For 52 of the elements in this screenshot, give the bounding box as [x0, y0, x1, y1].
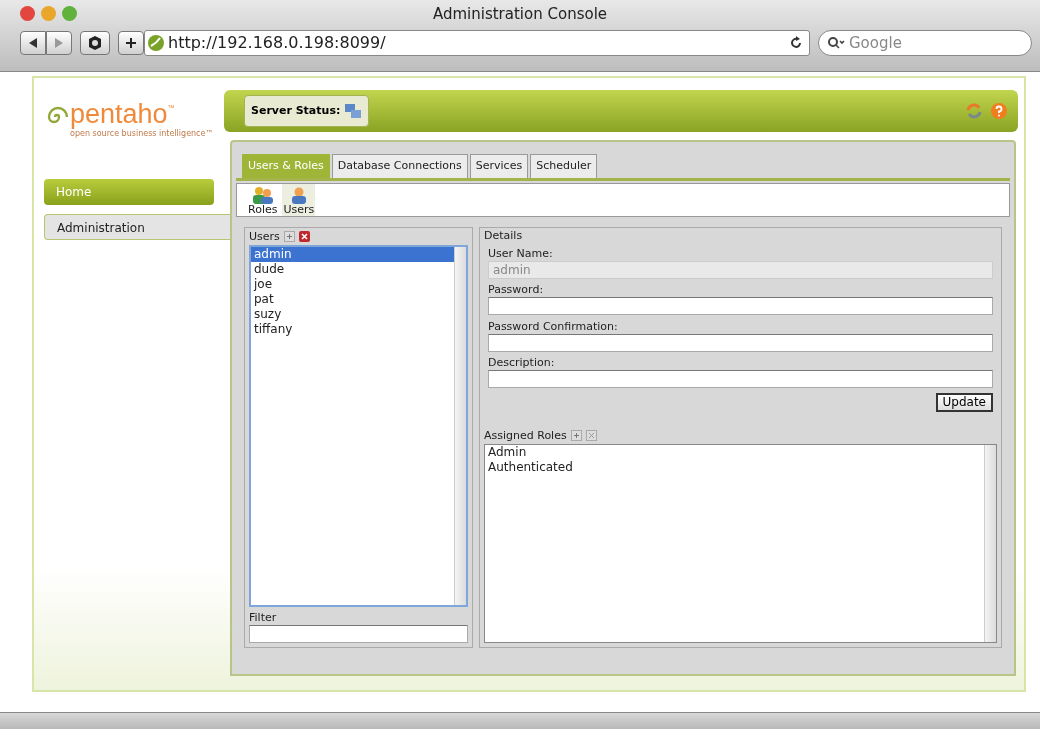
nav-item[interactable]: Administration: [44, 213, 230, 240]
scrollbar[interactable]: [454, 247, 466, 605]
input-field[interactable]: [488, 297, 993, 315]
role-item[interactable]: Authenticated: [485, 460, 984, 475]
add-icon[interactable]: [570, 430, 582, 442]
search-icon: [827, 36, 845, 50]
field-label: Password:: [488, 283, 545, 297]
logo-text: pentaho$^{™}$: [70, 100, 175, 128]
details-label: Details: [484, 228, 524, 243]
logo-tagline: open source business intelligence™: [70, 128, 214, 139]
field-label: Password Confirmation:: [488, 319, 619, 334]
field-label: Description:: [488, 356, 556, 370]
user-item[interactable]: tiffany: [251, 322, 454, 337]
filter-label: Filter: [249, 611, 278, 625]
users-label: Users: [249, 228, 280, 245]
toolbar-button[interactable]: Roles: [247, 183, 279, 216]
plus-icon: [125, 37, 137, 49]
tab[interactable]: Services: [469, 154, 529, 178]
site-icon: [147, 34, 165, 52]
forward-icon: [54, 38, 64, 48]
delete-icon[interactable]: [298, 231, 310, 243]
forward-button[interactable]: [46, 31, 72, 55]
tab[interactable]: Scheduler: [530, 154, 598, 178]
server-status-button[interactable]: Server Status:: [244, 95, 370, 127]
people-icon: [251, 185, 274, 204]
user-item[interactable]: pat: [251, 292, 454, 307]
network-icon: [344, 102, 363, 120]
close-icon[interactable]: [20, 6, 35, 21]
back-icon: [28, 38, 38, 48]
scrollbar[interactable]: [984, 445, 996, 642]
address-field[interactable]: http://192.168.0.198:8099/: [144, 30, 810, 56]
window-title: Administration Console: [432, 5, 608, 23]
user-item[interactable]: admin: [251, 247, 454, 262]
person-icon: [290, 185, 307, 204]
input-field[interactable]: [488, 333, 993, 352]
add-button[interactable]: [118, 31, 144, 55]
field-label: User Name:: [488, 246, 554, 261]
user-item[interactable]: dude: [251, 262, 454, 277]
update-button[interactable]: Update: [935, 392, 993, 412]
back-button[interactable]: [20, 31, 46, 55]
input-field[interactable]: [488, 370, 993, 388]
reload-icon[interactable]: [789, 36, 803, 50]
toolbar-button[interactable]: Users: [282, 183, 316, 216]
tab[interactable]: Database Connections: [331, 154, 468, 178]
role-item[interactable]: Admin: [485, 445, 984, 460]
assigned-roles-label: Assigned Roles: [484, 427, 567, 444]
search-field[interactable]: Google: [818, 30, 1032, 56]
user-item[interactable]: suzy: [251, 307, 454, 322]
help-icon[interactable]: [990, 102, 1008, 120]
add-icon[interactable]: [283, 231, 295, 243]
user-item[interactable]: joe: [251, 277, 454, 292]
filter-field[interactable]: [249, 625, 468, 643]
